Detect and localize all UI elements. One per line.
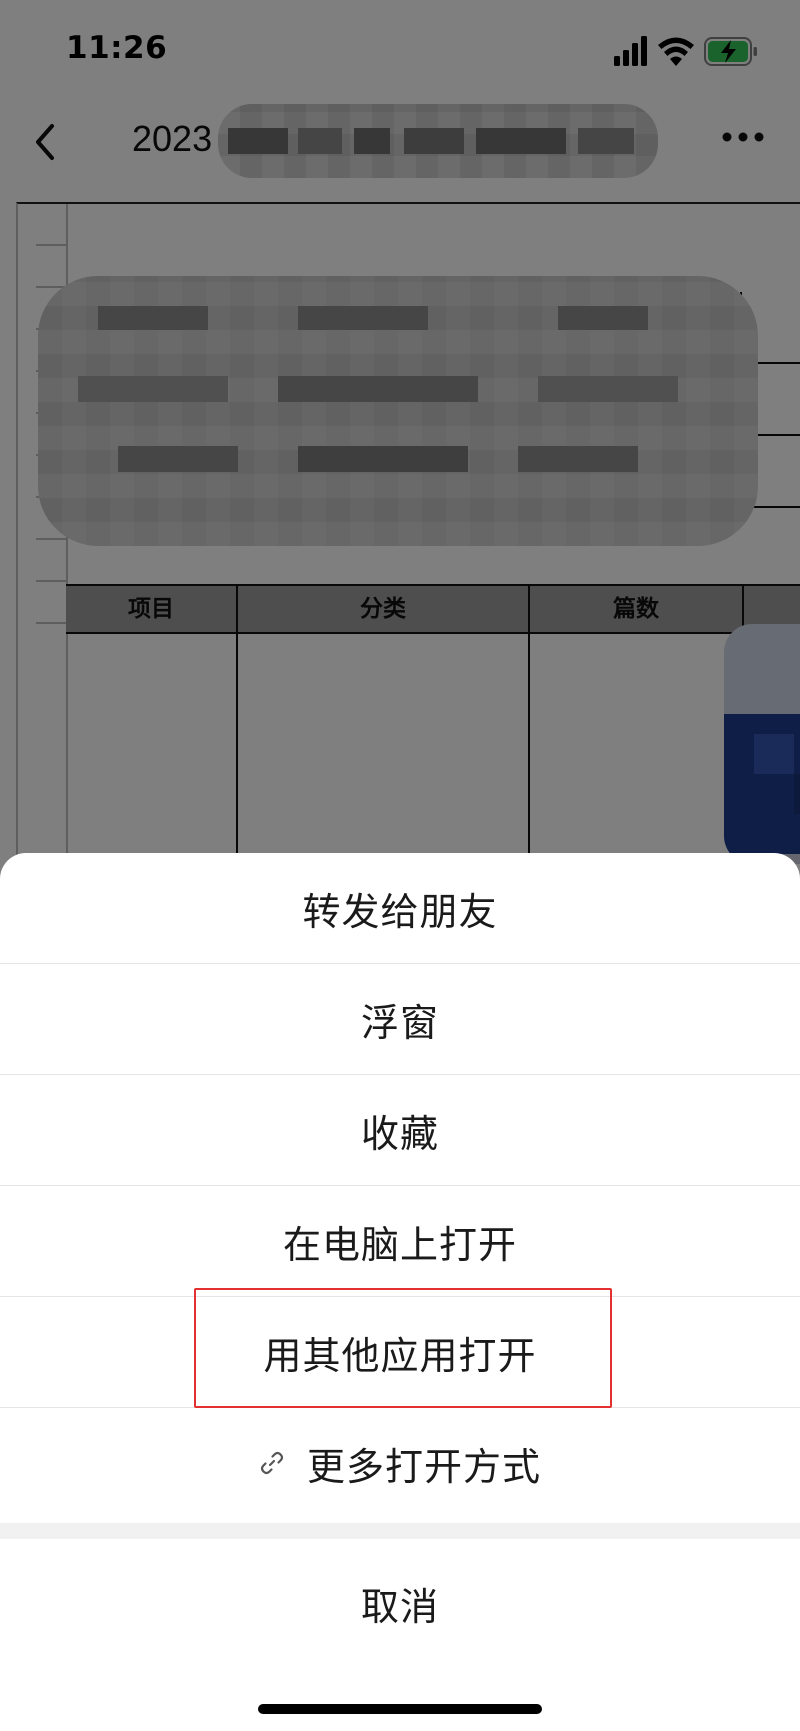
link-icon bbox=[260, 1451, 284, 1475]
action-floating-window[interactable]: 浮窗 bbox=[0, 964, 800, 1074]
action-open-on-computer[interactable]: 在电脑上打开 bbox=[0, 1186, 800, 1296]
section-gap bbox=[0, 1523, 800, 1539]
action-more-open-methods[interactable]: 更多打开方式 bbox=[0, 1408, 800, 1518]
home-indicator[interactable] bbox=[258, 1704, 542, 1714]
action-label: 收藏 bbox=[360, 1111, 439, 1156]
action-label: 在电脑上打开 bbox=[282, 1222, 517, 1267]
cancel-label: 取消 bbox=[360, 1584, 439, 1629]
screen: 11:26 2023 bbox=[0, 0, 800, 1731]
highlight-annotation-box bbox=[194, 1288, 612, 1408]
action-favorite[interactable]: 收藏 bbox=[0, 1075, 800, 1185]
action-label: 转发给朋友 bbox=[302, 889, 498, 934]
action-label: 更多打开方式 bbox=[306, 1444, 541, 1489]
cancel-button[interactable]: 取消 bbox=[0, 1539, 800, 1667]
action-label: 浮窗 bbox=[360, 1000, 439, 1045]
action-forward-to-friend[interactable]: 转发给朋友 bbox=[0, 853, 800, 963]
action-sheet: 转发给朋友 浮窗 收藏 在电脑上打开 用其他应用打开 更多打开方式 取消 bbox=[0, 853, 800, 1731]
